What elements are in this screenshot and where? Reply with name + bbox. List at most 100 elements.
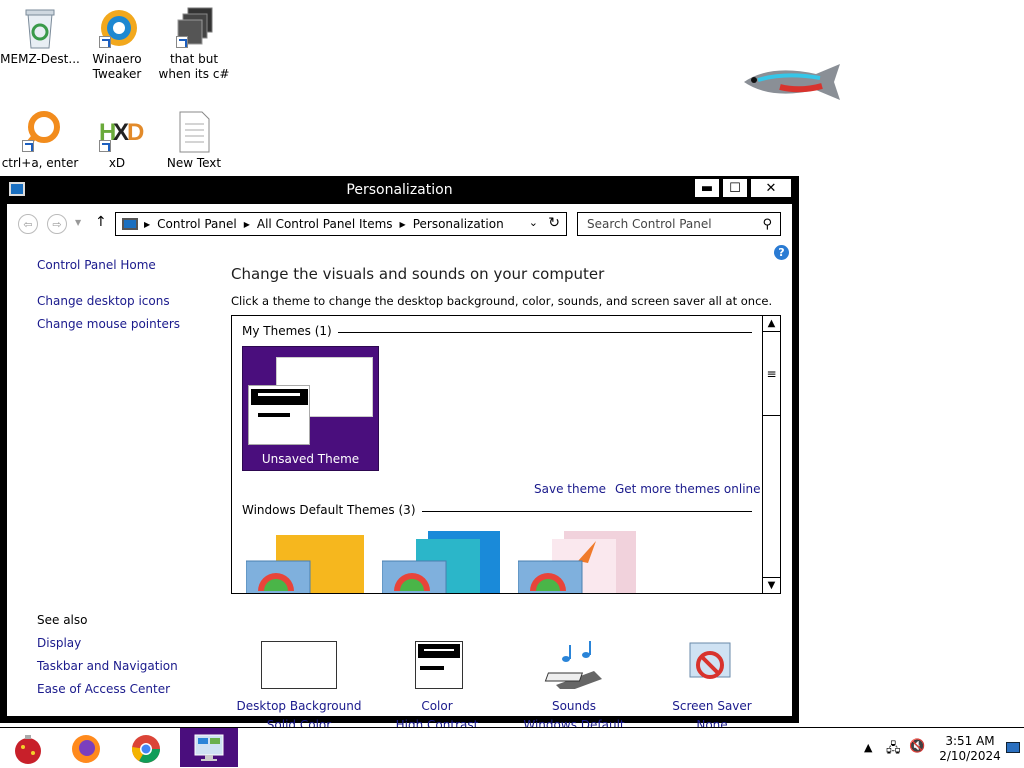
back-button[interactable]: ⇦ <box>18 214 38 234</box>
theme-preview-titlebar-line <box>258 393 300 396</box>
sounds-tile[interactable]: Sounds Windows Default <box>504 641 644 732</box>
theme-preview-titlebar <box>251 389 308 405</box>
stacked-windows-icon <box>174 6 214 48</box>
personalization-window: Personalization ▬ ☐ ✕ ⇦ ⇨ ▼ ↑ ▶ Control … <box>0 176 799 732</box>
breadcrumb-control-panel[interactable]: Control Panel <box>157 217 237 231</box>
start-button[interactable] <box>2 730 54 767</box>
breadcrumb-separator-icon: ▶ <box>243 219 250 229</box>
music-notes-icon <box>536 641 612 693</box>
taskbar-navigation-link[interactable]: Taskbar and Navigation <box>37 659 178 673</box>
color-tile[interactable]: Color High Contrast <box>367 641 507 732</box>
breadcrumb-personalization[interactable]: Personalization <box>413 217 504 231</box>
screen-saver-tile[interactable]: Screen Saver None <box>642 641 782 732</box>
search-placeholder: Search Control Panel <box>587 217 712 231</box>
breadcrumb-separator-icon: ▶ <box>144 219 151 229</box>
shortcut-arrow-icon <box>99 36 111 48</box>
show-hidden-icons-icon[interactable]: ▲ <box>864 741 872 754</box>
shortcut-arrow-icon <box>22 140 34 152</box>
taskbar-chrome[interactable] <box>120 730 172 767</box>
recent-pages-dropdown[interactable]: ▼ <box>75 218 81 227</box>
flowers-theme-thumbnail[interactable] <box>517 531 638 593</box>
desktop-icon-winaero[interactable]: Winaero Tweaker <box>77 6 157 82</box>
svg-text:D: D <box>127 119 144 146</box>
themes-list: My Themes (1) Unsaved Theme Save theme G… <box>231 315 781 594</box>
chrome-icon <box>132 734 160 763</box>
desktop-icon-new-text[interactable]: New Text <box>154 110 234 171</box>
see-also-heading: See also <box>37 613 88 627</box>
desktop-icon-label: MEMZ-Dest... <box>0 52 80 66</box>
desktop-icon-ctrl-a[interactable]: ctrl+a, enter <box>0 110 80 171</box>
desktop-fish-image <box>740 60 848 104</box>
recycle-bin-icon <box>20 6 60 49</box>
windows-default-themes-label: Windows Default Themes (3) <box>242 503 422 517</box>
tile-name: Desktop Background <box>236 699 362 713</box>
window-content: ⇦ ⇨ ▼ ↑ ▶ Control Panel ▶ All Control Pa… <box>7 204 792 732</box>
taskbar-control-panel-active[interactable] <box>180 728 238 767</box>
desktop-background-icon <box>261 641 337 689</box>
breadcrumb-all-items[interactable]: All Control Panel Items <box>257 217 393 231</box>
back-arrow-icon: ⇦ <box>23 217 33 231</box>
desktop-background-tile[interactable]: Desktop Background Solid Color <box>229 641 369 732</box>
maximize-button[interactable]: ☐ <box>722 178 748 198</box>
page-title: Change the visuals and sounds on your co… <box>231 265 605 283</box>
screen-saver-none-icon <box>674 641 750 689</box>
get-more-themes-link[interactable]: Get more themes online <box>615 482 761 496</box>
control-panel-home-link[interactable]: Control Panel Home <box>37 258 156 272</box>
title-bar[interactable]: Personalization ▬ ☐ ✕ <box>0 176 799 204</box>
text-document-icon <box>174 110 214 153</box>
christmas-ornament-icon <box>15 734 41 764</box>
control-panel-icon <box>194 734 224 761</box>
up-arrow-icon: ↑ <box>95 214 107 230</box>
scroll-thumb[interactable]: ≡ <box>763 332 780 416</box>
unsaved-theme-tile[interactable]: Unsaved Theme <box>242 346 379 471</box>
windows-theme-thumbnail[interactable] <box>245 531 366 593</box>
window-title: Personalization <box>346 182 453 198</box>
search-input[interactable]: Search Control Panel ⚲ <box>577 212 781 236</box>
refresh-icon[interactable]: ↻ <box>548 215 560 231</box>
minimize-button[interactable]: ▬ <box>694 178 720 198</box>
taskbar-firefox[interactable] <box>60 730 112 767</box>
desktop-icon-label: New Text <box>166 156 222 170</box>
network-icon[interactable]: 🖧 <box>886 739 901 761</box>
clock-time: 3:51 AM <box>945 734 995 748</box>
taskbar: ▲ 🖧 🔇 3:51 AM 2/10/2024 <box>0 727 1024 768</box>
tile-name: Screen Saver <box>672 699 752 713</box>
up-button[interactable]: ↑ <box>95 214 107 230</box>
firefox-icon <box>72 734 100 763</box>
desktop-icon-label: Winaero Tweaker <box>92 52 142 81</box>
desktop-icon-recycle-bin[interactable]: MEMZ-Dest... <box>0 6 80 67</box>
ease-of-access-link[interactable]: Ease of Access Center <box>37 682 170 696</box>
themes-scrollbar[interactable]: ▲ ≡ ▼ <box>762 316 780 593</box>
chevron-down-icon: ▼ <box>75 218 82 227</box>
scroll-down-icon[interactable]: ▼ <box>763 577 780 593</box>
page-subtitle: Click a theme to change the desktop back… <box>231 294 773 308</box>
forward-arrow-icon: ⇨ <box>52 217 62 231</box>
address-bar[interactable]: ▶ Control Panel ▶ All Control Panel Item… <box>115 212 567 236</box>
shortcut-arrow-icon <box>176 36 188 48</box>
desktop-icon-that-but-when[interactable]: that but when its c# <box>154 6 234 82</box>
forward-button[interactable]: ⇨ <box>47 214 67 234</box>
close-button[interactable]: ✕ <box>750 178 792 198</box>
lines-theme-thumbnail[interactable] <box>381 531 502 593</box>
show-desktop-icon[interactable] <box>1006 742 1020 753</box>
theme-preview-text-line <box>258 413 290 417</box>
unsaved-theme-label: Unsaved Theme <box>261 452 360 466</box>
change-desktop-icons-link[interactable]: Change desktop icons <box>37 294 170 308</box>
volume-muted-icon[interactable]: 🔇 <box>909 739 925 754</box>
search-icon[interactable]: ⚲ <box>762 217 772 232</box>
hxd-icon: H X D <box>97 110 144 152</box>
address-dropdown-icon[interactable]: ⌄ <box>529 216 538 229</box>
desktop-icon-label: that but when its c# <box>158 52 230 81</box>
tile-name: Color <box>421 699 453 713</box>
help-icon[interactable]: ? <box>774 245 789 260</box>
save-theme-link[interactable]: Save theme <box>534 482 606 496</box>
system-clock[interactable]: 3:51 AM 2/10/2024 <box>930 734 1010 764</box>
change-mouse-pointers-link[interactable]: Change mouse pointers <box>37 317 180 331</box>
scroll-up-icon[interactable]: ▲ <box>763 316 780 332</box>
tile-name: Sounds <box>551 699 597 713</box>
display-link[interactable]: Display <box>37 636 81 650</box>
my-themes-label: My Themes (1) <box>242 324 338 338</box>
desktop-icon-xd[interactable]: H X D xD <box>77 110 157 171</box>
color-icon <box>399 641 475 689</box>
clock-date: 2/10/2024 <box>939 749 1001 763</box>
